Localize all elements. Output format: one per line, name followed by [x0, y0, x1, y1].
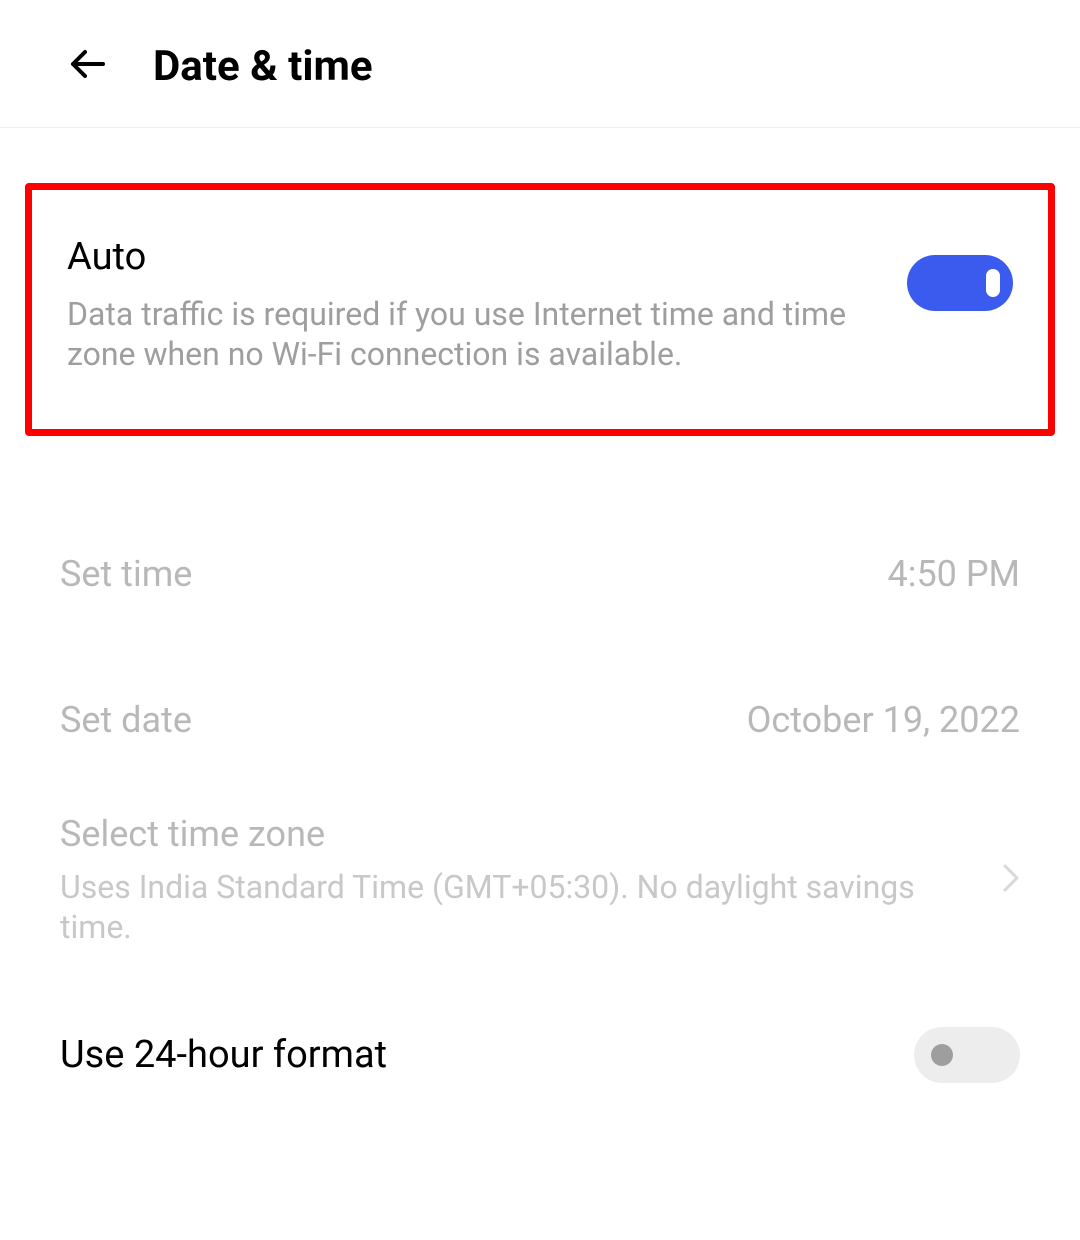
auto-setting-text: Auto Data traffic is required if you use… [67, 235, 877, 374]
timezone-description: Uses India Standard Time (GMT+05:30). No… [60, 867, 962, 947]
set-time-row[interactable]: Set time 4:50 PM [60, 501, 1020, 647]
timezone-text: Select time zone Uses India Standard Tim… [60, 813, 962, 947]
chevron-right-icon [1002, 863, 1020, 897]
set-time-label: Set time [60, 553, 192, 595]
auto-title: Auto [67, 235, 877, 279]
timezone-row[interactable]: Select time zone Uses India Standard Tim… [60, 793, 1020, 1007]
set-date-label: Set date [60, 699, 192, 741]
header: Date & time [0, 0, 1080, 128]
auto-setting-row[interactable]: Auto Data traffic is required if you use… [67, 235, 1013, 374]
auto-description: Data traffic is required if you use Inte… [67, 294, 877, 374]
back-button[interactable] [65, 40, 113, 92]
hour-format-label: Use 24-hour format [60, 1033, 387, 1077]
set-time-value: 4:50 PM [888, 553, 1021, 595]
auto-setting-highlighted: Auto Data traffic is required if you use… [25, 183, 1055, 436]
timezone-title: Select time zone [60, 813, 962, 855]
settings-list: Set time 4:50 PM Set date October 19, 20… [0, 501, 1080, 1103]
arrow-left-icon [65, 40, 113, 88]
auto-toggle[interactable] [907, 255, 1013, 311]
page-title: Date & time [153, 42, 373, 91]
hour-format-toggle[interactable] [914, 1027, 1020, 1083]
set-date-row[interactable]: Set date October 19, 2022 [60, 647, 1020, 793]
hour-format-row[interactable]: Use 24-hour format [60, 1007, 1020, 1103]
set-date-value: October 19, 2022 [747, 699, 1020, 741]
